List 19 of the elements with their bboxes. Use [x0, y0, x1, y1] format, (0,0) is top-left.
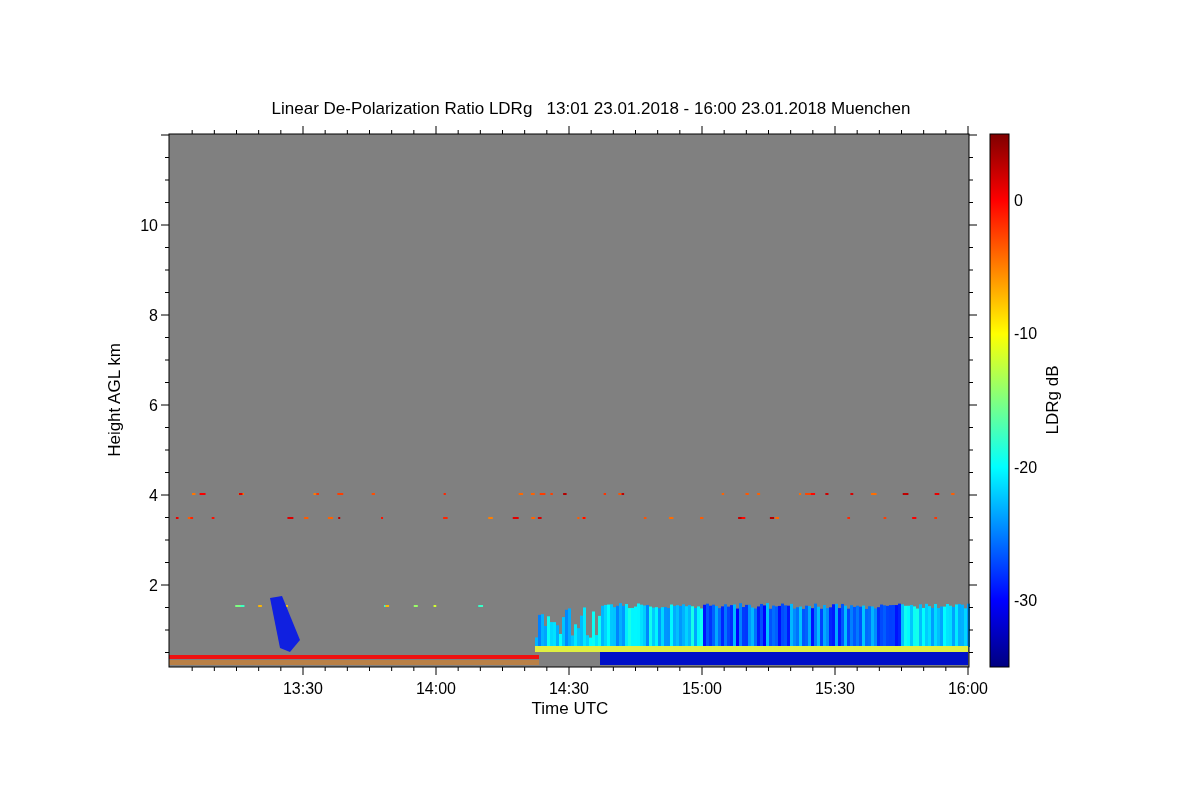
y-tick-label: 10: [140, 217, 158, 234]
x-tick-label: 15:30: [815, 680, 855, 697]
colorbar-tick-label: 0: [1014, 192, 1023, 209]
x-tick-label: 13:30: [283, 680, 323, 697]
y-tick-label: 6: [149, 397, 158, 414]
x-tick-label: 15:00: [682, 680, 722, 697]
colorbar-tick-label: -20: [1014, 458, 1038, 476]
x-tick-label: 14:00: [416, 680, 456, 697]
colorbar-tick-label: -10: [1014, 325, 1038, 343]
chart-title: Linear De-Polarization Ratio LDRg 13:01 23.01.2018 - 16:00 23.01.2018 Muenchen: [271, 99, 911, 118]
y-axis-label: Height AGL km: [105, 343, 124, 457]
y-tick-label: 2: [149, 577, 158, 594]
y-tick-label: 4: [149, 487, 158, 504]
colorbar-label: LDRg dB: [1043, 365, 1062, 435]
colorbar-tick-label: -30: [1014, 591, 1038, 609]
x-tick-label: 14:30: [549, 680, 589, 697]
x-axis-label: Time UTC: [531, 699, 609, 718]
x-tick-label: 16:00: [948, 680, 988, 697]
y-tick-label: 8: [149, 307, 158, 324]
